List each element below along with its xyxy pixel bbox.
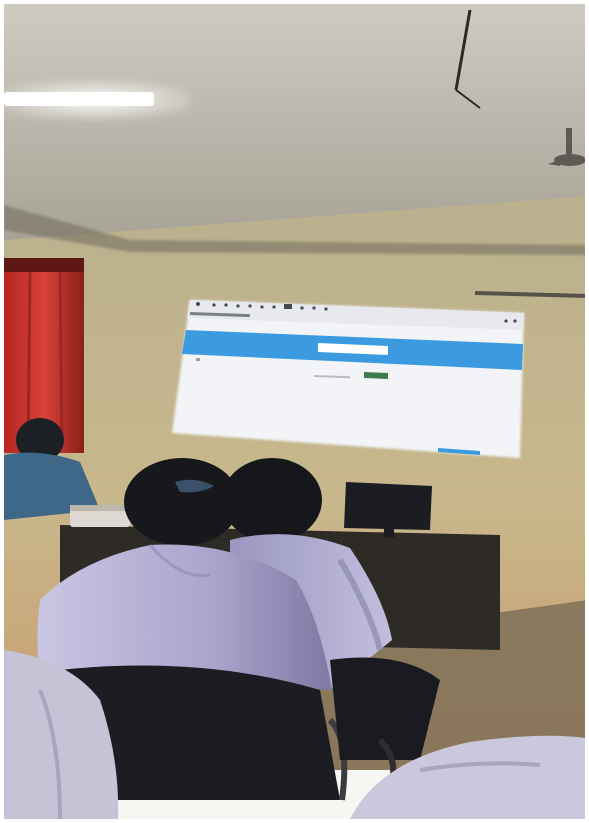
classroom-scene [0,0,589,823]
classroom-photo [0,0,589,823]
fluorescent-tube-icon [0,80,190,120]
projection-screen-icon [172,300,524,458]
